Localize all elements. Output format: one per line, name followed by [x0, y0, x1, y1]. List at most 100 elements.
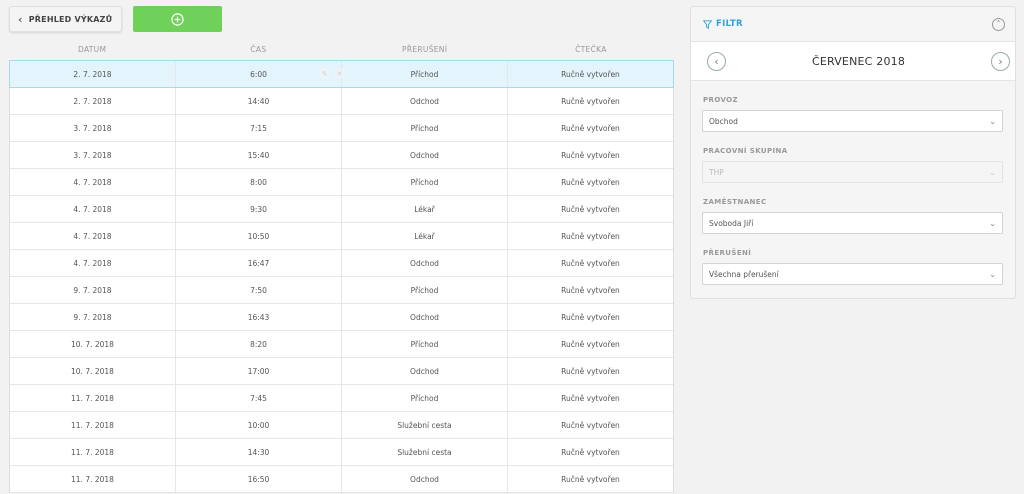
column-header-break[interactable]: PŘERUŠENÍ: [342, 45, 508, 54]
cell-time-text: 16:47: [247, 258, 270, 268]
plus-circle-icon: [171, 12, 185, 26]
cell-break: Příchod: [342, 331, 508, 357]
table-row[interactable]: 11. 7. 2018 10:00 Služební cesta Ručně vytv…: [10, 412, 673, 439]
cell-reader: Ručně vytvořen: [508, 61, 673, 87]
cell-date-text: 2. 7. 2018: [73, 96, 112, 106]
cell-time-text: 14:30: [247, 447, 270, 457]
table-row[interactable]: 4. 7. 2018 16:47 Odchod Ručně vytvořen: [10, 250, 673, 277]
cell-reader-text: Ručně vytvořen: [561, 447, 620, 457]
select-provoz[interactable]: Obchod ⌄: [702, 110, 1003, 132]
cell-time: 17:00: [176, 358, 342, 384]
cell-break: Příchod: [342, 385, 508, 411]
table-row[interactable]: 10. 7. 2018 17:00 Odchod Ručně vytvořen: [10, 358, 673, 385]
cell-reader-text: Ručně vytvořen: [561, 339, 620, 349]
table-row[interactable]: 11. 7. 2018 16:50 Odchod Ručně vytvořen: [10, 466, 673, 493]
table-header: DATUM ČAS PŘERUŠENÍ ČTEČKA: [9, 38, 674, 60]
cell-reader-text: Ručně vytvořen: [561, 177, 620, 187]
cell-time: 10:50: [176, 223, 342, 249]
cell-break: Odchod: [342, 88, 508, 114]
table-row[interactable]: 2. 7. 2018 14:40 Odchod Ručně vytvořen: [10, 88, 673, 115]
cell-time-text: 9:30: [250, 204, 267, 214]
cell-reader: Ručně vytvořen: [508, 250, 673, 276]
cell-date: 9. 7. 2018: [10, 304, 176, 330]
cell-date: 3. 7. 2018: [10, 115, 176, 141]
cell-date-text: 4. 7. 2018: [73, 258, 112, 268]
cell-break: Služební cesta: [342, 439, 508, 465]
cell-time-text: 17:00: [247, 366, 270, 376]
cell-break: Příchod: [342, 61, 508, 87]
cell-reader: Ručně vytvořen: [508, 277, 673, 303]
cell-break: Odchod: [342, 142, 508, 168]
cell-reader: Ručně vytvořen: [508, 169, 673, 195]
cell-time: 8:00: [176, 169, 342, 195]
field-label-work-group: PRACOVNÍ SKUPINA: [703, 147, 788, 155]
table-row[interactable]: 10. 7. 2018 8:20 Příchod Ručně vytvořen: [10, 331, 673, 358]
select-employee[interactable]: Svoboda Jiří ⌄: [702, 212, 1003, 234]
back-to-overview-button[interactable]: ‹ PŘEHLED VÝKAZŮ: [9, 6, 123, 32]
next-month-icon[interactable]: ›: [990, 51, 1010, 71]
collapse-chevron-icon[interactable]: ˄: [992, 17, 1005, 31]
cell-break: Příchod: [342, 115, 508, 141]
cell-reader: Ručně vytvořen: [508, 331, 673, 357]
chevron-left-icon: ‹: [18, 12, 23, 26]
table-row[interactable]: 11. 7. 2018 14:30 Služební cesta Ručně vytv…: [10, 439, 673, 466]
cell-time-text: 14:40: [247, 96, 270, 106]
cell-break-text: Odchod: [410, 366, 439, 376]
select-value: Všechna přerušení: [709, 269, 779, 279]
table-row[interactable]: 11. 7. 2018 7:45 Příchod Ručně vytvořen: [10, 385, 673, 412]
cell-time-text: 7:45: [250, 393, 267, 403]
filter-toggle[interactable]: FILTR: [703, 19, 743, 29]
cell-date-text: 9. 7. 2018: [73, 285, 112, 295]
cell-break-text: Příchod: [410, 393, 439, 403]
table-row[interactable]: 3. 7. 2018 7:15 Příchod Ručně vytvořen: [10, 115, 673, 142]
cell-time-text: 8:00: [250, 177, 267, 187]
prev-month-icon[interactable]: ‹: [707, 51, 726, 71]
filter-fields: PROVOZ Obchod ⌄ PRACOVNÍ SKUPINA THP ⌄ ZAMĚSTN…: [691, 96, 1015, 285]
column-header-date[interactable]: DATUM: [9, 45, 175, 54]
filter-panel: FILTR ˄ ‹ ČERVENEC 2018 › PROVOZ Obchod ⌄ P…: [690, 6, 1016, 299]
cell-date: 4. 7. 2018: [10, 223, 176, 249]
cell-date: 2. 7. 2018: [10, 88, 176, 114]
cell-reader-text: Ručně vytvořen: [561, 420, 620, 430]
cell-time-text: 16:50: [247, 474, 270, 484]
cell-time: 14:30: [176, 439, 342, 465]
cell-time: 9:30: [176, 196, 342, 222]
cell-date-text: 10. 7. 2018: [71, 366, 114, 376]
cell-date: 11. 7. 2018: [10, 466, 176, 492]
cell-break-text: Odchod: [410, 258, 439, 268]
cell-date-text: 4. 7. 2018: [73, 231, 112, 241]
field-label-employee: ZAMĚSTNANEC: [703, 198, 767, 206]
cell-time-text: 6:00: [250, 69, 267, 79]
table-row[interactable]: 9. 7. 2018 16:43 Odchod Ručně vytvořen: [10, 304, 673, 331]
field-label-provoz: PROVOZ: [703, 96, 739, 104]
cell-time-text: 10:00: [247, 420, 270, 430]
cell-date: 3. 7. 2018: [10, 142, 176, 168]
column-header-time[interactable]: ČAS: [175, 45, 341, 54]
cell-reader-text: Ručně vytvořen: [561, 285, 620, 295]
cell-date-text: 3. 7. 2018: [73, 150, 112, 160]
cell-reader: Ručně vytvořen: [508, 304, 673, 330]
cell-reader: Ručně vytvořen: [508, 142, 673, 168]
select-break-type[interactable]: Všechna přerušení ⌄: [702, 263, 1003, 285]
table-row[interactable]: 9. 7. 2018 7:50 Příchod Ručně vytvořen: [10, 277, 673, 304]
cell-date-text: 9. 7. 2018: [73, 312, 112, 322]
table-row[interactable]: 4. 7. 2018 10:50 Lékař Ručně vytvořen: [10, 223, 673, 250]
cell-date-text: 4. 7. 2018: [73, 204, 112, 214]
cell-time: 7:45: [176, 385, 342, 411]
table-row[interactable]: 4. 7. 2018 9:30 Lékař Ručně vytvořen: [10, 196, 673, 223]
cell-date: 11. 7. 2018: [10, 412, 176, 438]
add-record-button[interactable]: [133, 6, 223, 32]
table-row[interactable]: 4. 7. 2018 8:00 Příchod Ručně vytvořen: [10, 169, 673, 196]
cell-reader: Ručně vytvořen: [508, 223, 673, 249]
cell-time: 7:15: [176, 115, 342, 141]
table-row[interactable]: 3. 7. 2018 15:40 Odchod Ručně vytvořen: [10, 142, 673, 169]
cell-break-text: Odchod: [410, 150, 439, 160]
cell-reader: Ručně vytvořen: [508, 385, 673, 411]
toolbar: ‹ PŘEHLED VÝKAZŮ: [9, 6, 223, 32]
edit-icon[interactable]: ✎: [319, 68, 330, 79]
cell-reader-text: Ručně vytvořen: [561, 231, 620, 241]
table-row[interactable]: 2. 7. 2018 6:00 ✎ ✕ Příchod Ručně vytvořen: [9, 60, 674, 88]
column-header-reader[interactable]: ČTEČKA: [508, 45, 674, 54]
cell-reader: Ručně vytvořen: [508, 466, 673, 492]
select-work-group: THP ⌄: [702, 161, 1003, 183]
